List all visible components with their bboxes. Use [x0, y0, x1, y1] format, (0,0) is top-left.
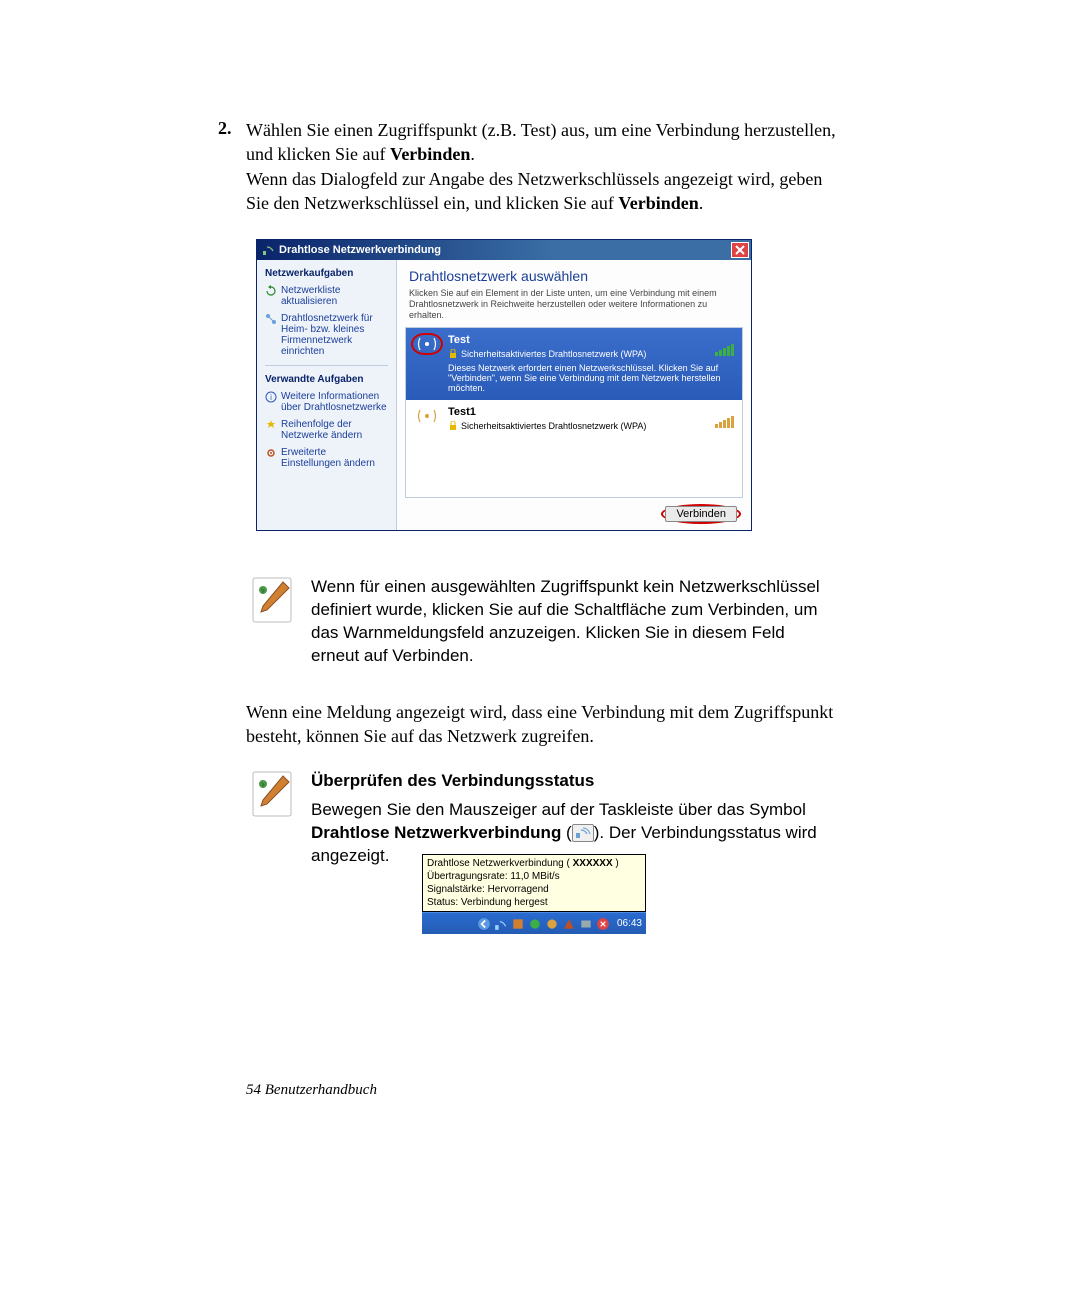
- step-number: 2.: [218, 118, 232, 139]
- tooltip-line3: Signalstärke: Hervorragend: [427, 883, 641, 896]
- post-note-paragraph: Wenn eine Meldung angezeigt wird, dass e…: [246, 700, 846, 749]
- pencil-note-icon: [251, 576, 293, 624]
- tooltip-block: Drahtlose Netzwerkverbindung ( XXXXXX ) …: [422, 854, 646, 934]
- dialog-title: Drahtlose Netzwerkverbindung: [279, 244, 731, 256]
- status-bold: Drahtlose Netzwerkverbindung: [311, 823, 561, 842]
- tray-icon-2[interactable]: [528, 917, 542, 931]
- signal-icon: [715, 416, 734, 428]
- sidebar-link-info[interactable]: i Weitere Informationen über Drahtlosnet…: [265, 391, 388, 413]
- sidebar-link-info-label: Weitere Informationen über Drahtlosnetzw…: [281, 391, 388, 413]
- sidebar-link-advanced-label: Erweiterte Einstellungen ändern: [281, 447, 388, 469]
- connect-button-highlight: Verbinden: [661, 504, 741, 524]
- network-icon: [265, 313, 277, 325]
- dialog-main: Drahtlosnetzwerk auswählen Klicken Sie a…: [397, 260, 751, 530]
- taskbar: 06:43: [422, 912, 646, 934]
- pencil-note-icon: [251, 770, 293, 818]
- signal-icon: [715, 344, 734, 356]
- status-mid: (: [561, 823, 571, 842]
- dialog-footer: Verbinden: [397, 498, 751, 530]
- tray-icon-3[interactable]: [545, 917, 559, 931]
- note-block-1: Wenn für einen ausgewählten Zugriffspunk…: [251, 576, 821, 668]
- antenna-icon: [414, 406, 440, 426]
- close-button[interactable]: [731, 242, 749, 258]
- tooltip-line1: Drahtlose Netzwerkverbindung ( XXXXXX ): [427, 857, 641, 870]
- sidebar-heading-related: Verwandte Aufgaben: [265, 374, 388, 385]
- gear-icon: [265, 447, 277, 459]
- wifi-icon: [261, 243, 275, 257]
- main-subtext: Klicken Sie auf ein Element in der Liste…: [397, 288, 751, 326]
- tray-icon-4[interactable]: [562, 917, 576, 931]
- star-icon: [265, 419, 277, 431]
- svg-text:i: i: [270, 393, 272, 402]
- network-item-test[interactable]: Test Sicherheitsaktiviertes Drahtlosnetz…: [406, 328, 742, 400]
- main-heading: Drahtlosnetzwerk auswählen: [397, 260, 751, 288]
- instr-p1: Wählen Sie einen Zugriffspunkt (z.B. Tes…: [246, 120, 836, 164]
- status-title: Überprüfen des Verbindungsstatus: [311, 770, 837, 793]
- wifi-tray-icon-inline: [572, 824, 594, 842]
- network-name: Test1: [448, 406, 734, 418]
- instr-s1: .: [470, 144, 475, 164]
- connection-tooltip: Drahtlose Netzwerkverbindung ( XXXXXX ) …: [422, 854, 646, 912]
- network-item-test1[interactable]: Test1 Sicherheitsaktiviertes Drahtlosnet…: [406, 400, 742, 437]
- instr-s2: .: [699, 193, 704, 213]
- sidebar-link-order[interactable]: Reihenfolge der Netzwerke ändern: [265, 419, 388, 441]
- note-1-text: Wenn für einen ausgewählten Zugriffspunk…: [311, 576, 821, 668]
- tray-icon-5[interactable]: [579, 917, 593, 931]
- wireless-dialog: Drahtlose Netzwerkverbindung Netzwerkauf…: [256, 239, 752, 531]
- lock-icon: [448, 349, 458, 359]
- status-prefix: Bewegen Sie den Mauszeiger auf der Taskl…: [311, 800, 806, 819]
- network-detail: Dieses Netzwerk erfordert einen Netzwerk…: [448, 363, 734, 394]
- instr-b2: Verbinden: [618, 193, 698, 213]
- taskbar-clock: 06:43: [617, 918, 642, 929]
- network-list: Test Sicherheitsaktiviertes Drahtlosnetz…: [405, 327, 743, 499]
- lock-icon: [448, 421, 458, 431]
- info-icon: i: [265, 391, 277, 403]
- wifi-tray-icon[interactable]: [494, 917, 508, 931]
- dialog-sidebar: Netzwerkaufgaben Netzwerkliste aktualisi…: [257, 260, 397, 530]
- refresh-icon: [265, 285, 277, 297]
- tray-icon-6[interactable]: [596, 917, 610, 931]
- network-security: Sicherheitsaktiviertes Drahtlosnetzwerk …: [461, 349, 646, 359]
- sidebar-divider: [265, 365, 388, 366]
- sidebar-link-advanced[interactable]: Erweiterte Einstellungen ändern: [265, 447, 388, 469]
- dialog-titlebar[interactable]: Drahtlose Netzwerkverbindung: [257, 240, 751, 260]
- antenna-icon: [414, 334, 440, 354]
- sidebar-link-setup-label: Drahtlosnetzwerk für Heim- bzw. kleines …: [281, 313, 388, 357]
- sidebar-heading-tasks: Netzwerkaufgaben: [265, 268, 388, 279]
- instruction-text: Wählen Sie einen Zugriffspunkt (z.B. Tes…: [246, 118, 846, 215]
- page-footer: 54 Benutzerhandbuch: [246, 1082, 377, 1099]
- connect-button[interactable]: Verbinden: [665, 506, 737, 522]
- dialog-body: Netzwerkaufgaben Netzwerkliste aktualisi…: [257, 260, 751, 530]
- chevron-left-icon[interactable]: [477, 917, 491, 931]
- tooltip-line2: Übertragungsrate: 11,0 MBit/s: [427, 870, 641, 883]
- sidebar-link-refresh[interactable]: Netzwerkliste aktualisieren: [265, 285, 388, 307]
- tooltip-line4: Status: Verbindung hergest: [427, 896, 641, 909]
- step-content: 2. Wählen Sie einen Zugriffspunkt (z.B. …: [246, 118, 846, 531]
- sidebar-link-refresh-label: Netzwerkliste aktualisieren: [281, 285, 388, 307]
- network-name: Test: [448, 334, 734, 346]
- sidebar-link-order-label: Reihenfolge der Netzwerke ändern: [281, 419, 388, 441]
- instr-b1: Verbinden: [390, 144, 470, 164]
- sidebar-link-setup[interactable]: Drahtlosnetzwerk für Heim- bzw. kleines …: [265, 313, 388, 357]
- tray-icon-1[interactable]: [511, 917, 525, 931]
- instr-p2: Wenn das Dialogfeld zur Angabe des Netzw…: [246, 169, 822, 213]
- network-security: Sicherheitsaktiviertes Drahtlosnetzwerk …: [461, 421, 646, 431]
